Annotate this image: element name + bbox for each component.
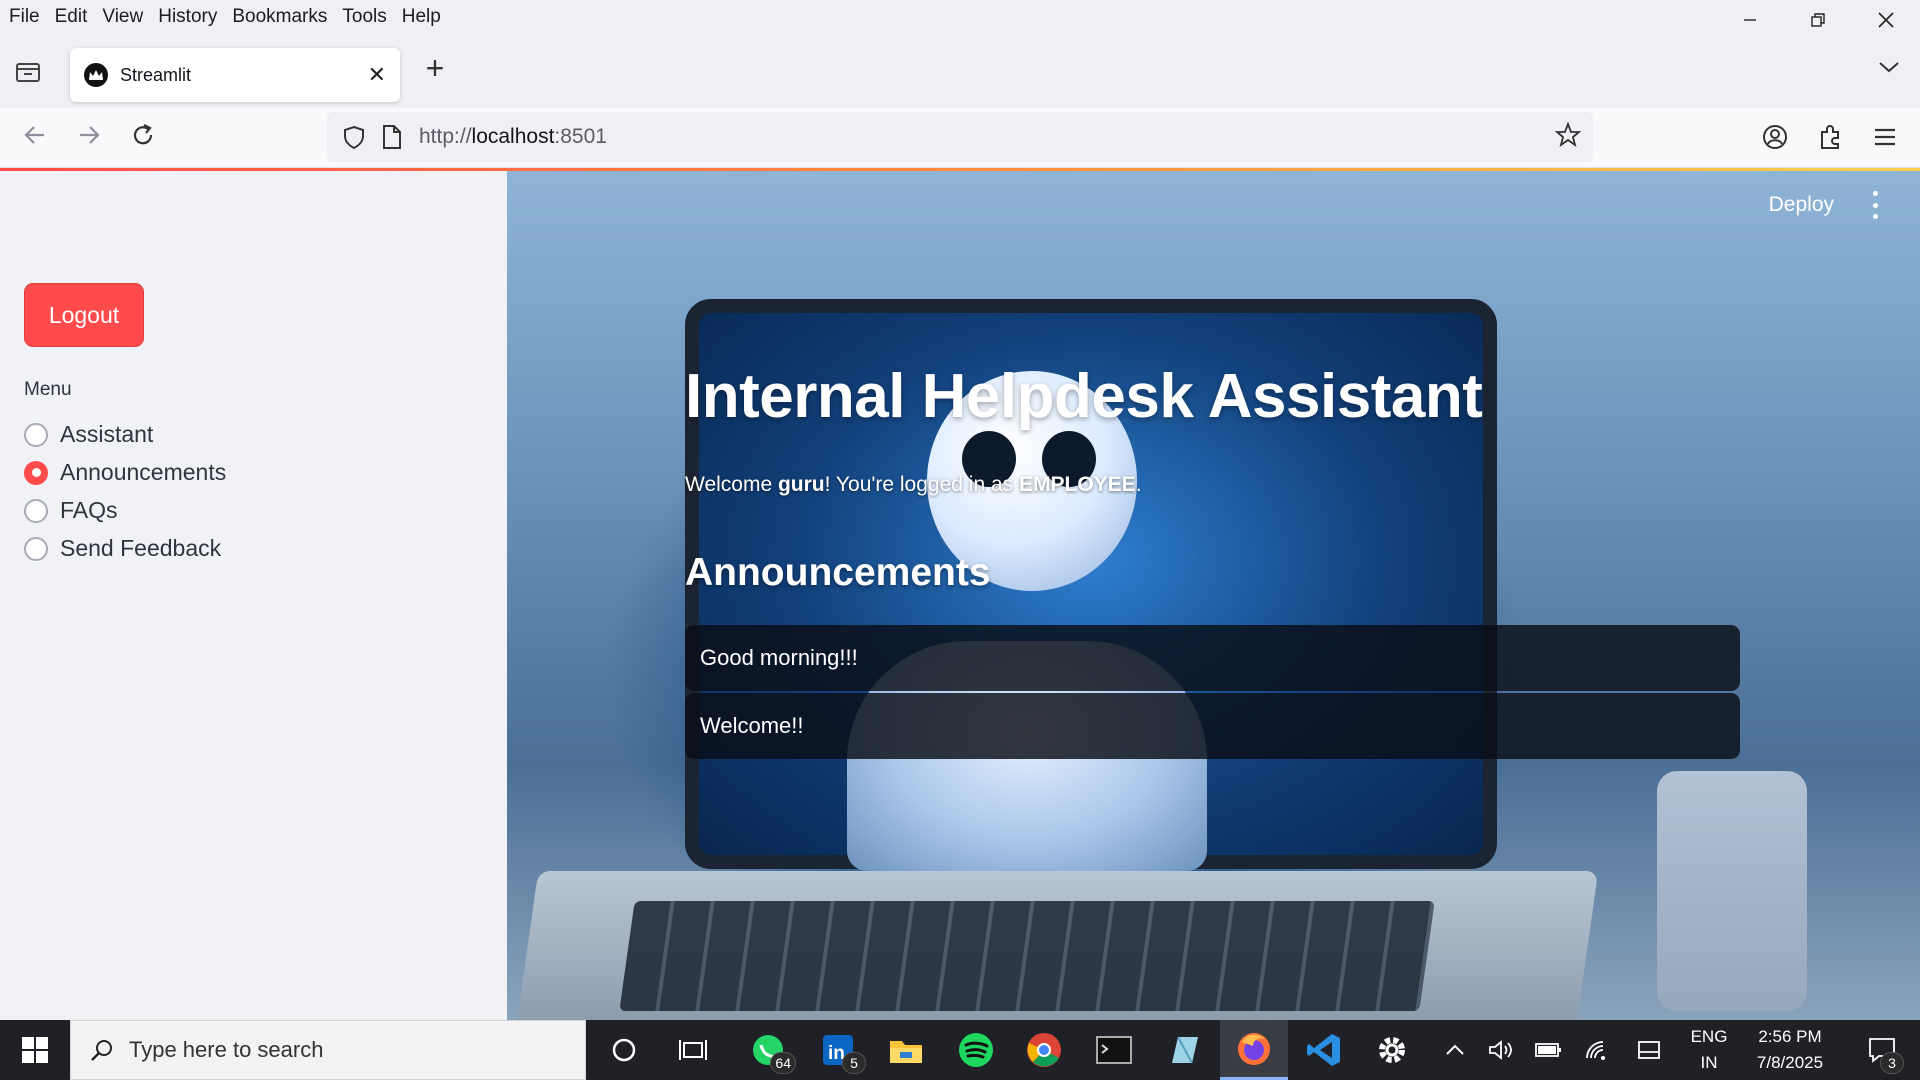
terminal-icon[interactable] xyxy=(1080,1020,1148,1080)
back-arrow-icon[interactable] xyxy=(18,122,52,155)
start-button[interactable] xyxy=(0,1020,70,1080)
deploy-button[interactable]: Deploy xyxy=(1769,193,1834,217)
search-icon xyxy=(91,1040,112,1061)
menu-bookmarks[interactable]: Bookmarks xyxy=(232,6,327,28)
extensions-icon[interactable] xyxy=(1814,120,1848,154)
chevron-down-icon[interactable] xyxy=(1878,54,1900,80)
star-icon[interactable] xyxy=(1554,121,1582,155)
announcement-card: Good morning!!! xyxy=(685,625,1740,691)
username: guru xyxy=(777,473,825,496)
menu-label: Menu xyxy=(24,379,72,400)
url-host: localhost xyxy=(471,125,555,148)
file-explorer-icon[interactable] xyxy=(872,1020,940,1080)
clock-date: 7/8/2025 xyxy=(1756,1053,1824,1072)
radio-button-selected[interactable] xyxy=(24,460,48,485)
page-title: Internal Helpdesk Assistant xyxy=(685,362,1483,431)
welcome-message: Welcome guru! You're logged in as EMPLOY… xyxy=(685,473,1142,497)
navigation-bar: http://localhost:8501 xyxy=(0,108,1920,168)
announcement-card: Welcome!! xyxy=(685,693,1740,759)
minimize-icon xyxy=(1744,19,1756,21)
search-placeholder: Type here to search xyxy=(129,1037,324,1062)
radio-button[interactable] xyxy=(24,536,48,561)
reload-icon[interactable] xyxy=(126,122,160,155)
spotify-icon[interactable] xyxy=(942,1020,1010,1080)
welcome-suffix: . xyxy=(1135,473,1142,496)
battery-icon[interactable] xyxy=(1530,1020,1566,1080)
radio-option-assistant[interactable]: Assistant xyxy=(24,421,153,448)
restore-icon xyxy=(1811,13,1825,27)
cup-graphic xyxy=(1657,771,1807,1011)
taskbar-search-box[interactable]: Type here to search xyxy=(70,1020,586,1080)
sidebar: Logout Menu Assistant Announcements FAQs… xyxy=(0,171,507,1020)
firefox-view-button[interactable] xyxy=(14,60,44,86)
url-port: :8501 xyxy=(554,125,607,148)
radio-label: Send Feedback xyxy=(60,535,222,561)
tab-streamlit[interactable]: Streamlit ✕ xyxy=(70,48,400,102)
radio-option-faqs[interactable]: FAQs xyxy=(24,497,118,524)
chrome-icon[interactable] xyxy=(1010,1020,1078,1080)
hamburger-menu-icon[interactable] xyxy=(1868,120,1902,154)
language-code: ENG xyxy=(1690,1027,1728,1046)
whatsapp-icon[interactable]: 64 xyxy=(734,1020,802,1080)
streamlit-crown-icon xyxy=(84,63,108,87)
taskbar: Type here to search 64 in 5 ENG IN 2:56 … xyxy=(0,1020,1920,1080)
radio-button[interactable] xyxy=(24,498,48,523)
shield-icon[interactable] xyxy=(341,124,367,150)
linkedin-icon[interactable]: in 5 xyxy=(804,1020,872,1080)
region-code: IN xyxy=(1700,1053,1718,1072)
settings-gear-icon[interactable] xyxy=(1358,1020,1426,1080)
url-bar[interactable]: http://localhost:8501 xyxy=(327,112,1593,162)
close-icon xyxy=(1878,12,1894,28)
tab-close-icon[interactable]: ✕ xyxy=(368,62,386,88)
wifi-icon[interactable] xyxy=(1580,1020,1614,1080)
more-options-icon[interactable] xyxy=(1870,191,1880,219)
menu-history[interactable]: History xyxy=(158,6,217,28)
radio-label: Assistant xyxy=(60,421,154,447)
cortana-icon[interactable] xyxy=(590,1020,658,1080)
linkedin-badge: 5 xyxy=(842,1052,866,1074)
page-icon[interactable] xyxy=(381,124,403,150)
tablet-mode-icon[interactable] xyxy=(1632,1020,1666,1080)
welcome-middle: ! You're logged in as xyxy=(824,473,1019,496)
notepad-icon[interactable] xyxy=(1150,1020,1218,1080)
menu-help[interactable]: Help xyxy=(402,6,441,28)
speaker-icon[interactable] xyxy=(1484,1020,1518,1080)
firefox-icon[interactable] xyxy=(1220,1020,1288,1080)
radio-option-announcements[interactable]: Announcements xyxy=(24,459,226,486)
vscode-icon[interactable] xyxy=(1290,1020,1358,1080)
logout-button[interactable]: Logout xyxy=(24,283,144,347)
forward-arrow-icon[interactable] xyxy=(72,122,106,155)
menu-file[interactable]: File xyxy=(9,6,40,28)
whatsapp-badge: 64 xyxy=(770,1052,796,1074)
menu-edit[interactable]: Edit xyxy=(55,6,88,28)
welcome-prefix: Welcome xyxy=(685,473,778,496)
browser-menu-bar: File Edit View History Bookmarks Tools H… xyxy=(0,0,1920,34)
radio-option-send-feedback[interactable]: Send Feedback xyxy=(24,535,221,562)
notification-badge: 3 xyxy=(1880,1052,1904,1074)
tab-list-icon xyxy=(16,63,40,82)
main-content: Deploy Internal Helpdesk Assistant Welco… xyxy=(507,171,1920,1020)
windows-logo-icon xyxy=(22,1037,48,1063)
radio-button[interactable] xyxy=(24,422,48,447)
task-view-icon[interactable] xyxy=(660,1020,728,1080)
clock-time: 2:56 PM xyxy=(1758,1027,1822,1046)
url-scheme: http:// xyxy=(419,125,472,148)
chevron-up-icon[interactable] xyxy=(1440,1020,1470,1080)
tab-title: Streamlit xyxy=(120,64,192,85)
tab-strip: Streamlit ✕ + xyxy=(0,34,1920,108)
notification-center-icon[interactable]: 3 xyxy=(1852,1020,1912,1080)
account-icon[interactable] xyxy=(1758,120,1792,154)
new-tab-button[interactable]: + xyxy=(420,50,450,87)
language-indicator[interactable]: ENG IN xyxy=(1684,1020,1734,1080)
menu-tools[interactable]: Tools xyxy=(342,6,386,28)
url-text[interactable]: http://localhost:8501 xyxy=(419,125,607,149)
radio-label: Announcements xyxy=(60,459,227,485)
keyboard-graphic xyxy=(619,901,1435,1011)
menu-view[interactable]: View xyxy=(102,6,143,28)
announcements-heading: Announcements xyxy=(685,551,991,594)
radio-label: FAQs xyxy=(60,497,118,523)
user-role: EMPLOYEE xyxy=(1018,473,1136,496)
clock[interactable]: 2:56 PM 7/8/2025 xyxy=(1740,1020,1840,1080)
